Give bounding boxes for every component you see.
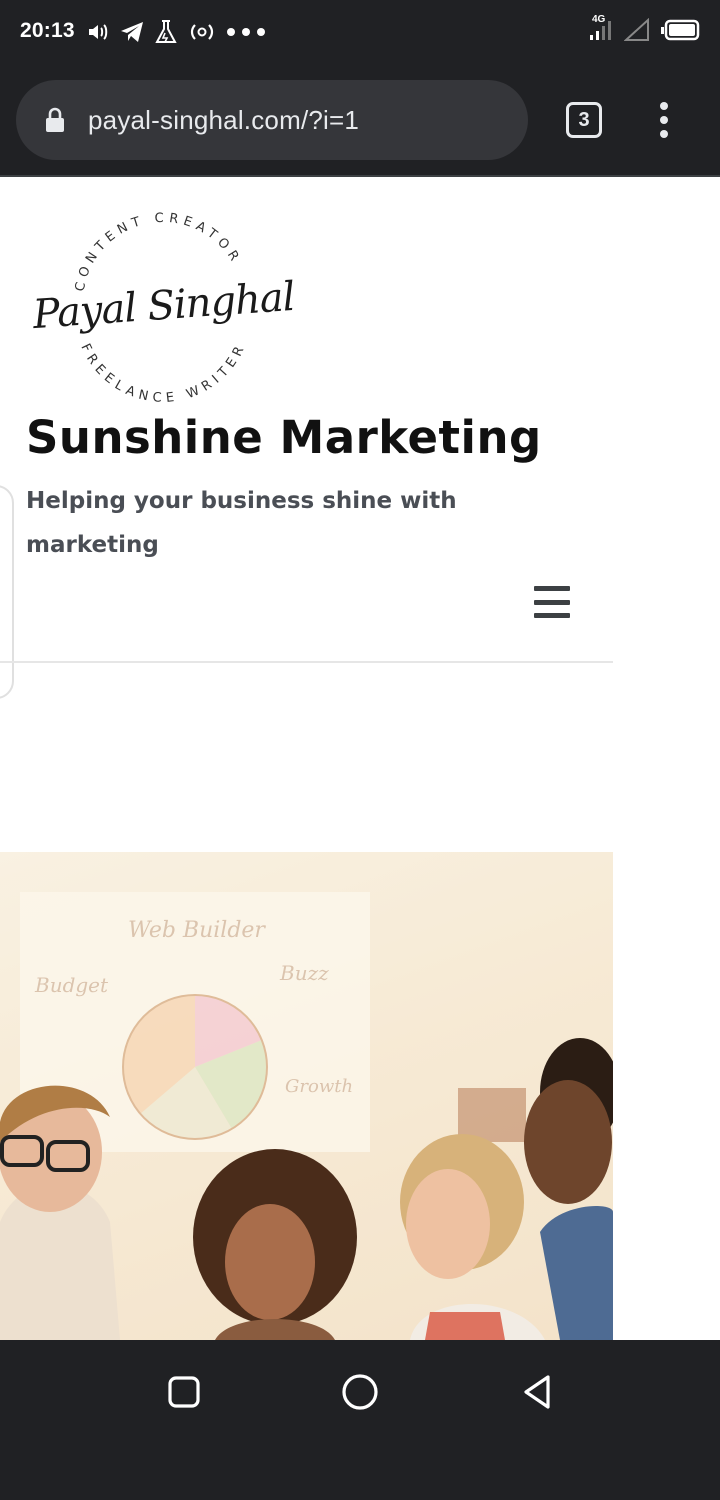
url-text[interactable]: payal-singhal.com/?i=1 [88, 105, 359, 136]
hamburger-menu-icon[interactable] [534, 586, 570, 618]
home-button[interactable] [336, 1368, 384, 1416]
site-logo[interactable]: CONTENT CREATOR FREELANCE WRITER Payal S… [28, 207, 300, 407]
back-button[interactable] [512, 1368, 560, 1416]
lock-icon[interactable] [44, 107, 66, 137]
browser-toolbar: payal-singhal.com/?i=1 3 [0, 64, 720, 177]
hamburger-line [534, 613, 570, 618]
signal-icon [588, 18, 614, 46]
recents-button[interactable] [160, 1368, 208, 1416]
tab-switcher-button[interactable]: 3 [566, 102, 602, 138]
browser-menu-button[interactable] [656, 102, 672, 138]
telegram-icon [119, 20, 145, 44]
status-icons-right [588, 16, 700, 48]
board-word: Buzz [279, 961, 329, 985]
svg-text:FREELANCE WRITER: FREELANCE WRITER [77, 340, 249, 406]
status-bar: 20:13 4G [0, 0, 720, 64]
hotspot-icon [187, 20, 217, 44]
site-tagline: Helping your business shine with marketi… [26, 488, 457, 558]
menu-dot [660, 130, 668, 138]
site-title[interactable]: Sunshine Marketing [26, 411, 542, 464]
volume-icon [86, 20, 110, 44]
system-navigation-bar [0, 1340, 720, 1500]
more-dots-icon [226, 27, 266, 37]
menu-dot [660, 116, 668, 124]
header-divider [0, 661, 613, 663]
status-icons-left [86, 18, 266, 46]
battery-icon [660, 18, 700, 46]
board-word: Growth [285, 1076, 353, 1097]
hamburger-line [534, 599, 570, 605]
status-time: 20:13 [20, 19, 75, 42]
board-word: Web Builder [128, 918, 266, 943]
address-bar[interactable]: payal-singhal.com/?i=1 [16, 80, 528, 160]
web-page: CONTENT CREATOR FREELANCE WRITER Payal S… [0, 179, 720, 1340]
side-drawer-tab[interactable] [0, 485, 14, 699]
flask-icon [154, 19, 178, 45]
logo-arc-bottom-text: FREELANCE WRITER [77, 340, 244, 406]
board-word: Budget [34, 973, 109, 997]
menu-dot [660, 102, 668, 110]
hamburger-line [534, 586, 570, 591]
hero-image: Web Builder Budget Buzz Growth [0, 852, 613, 1340]
logo-script-name: Payal Singhal [30, 274, 296, 338]
signal-empty-icon [623, 17, 650, 46]
